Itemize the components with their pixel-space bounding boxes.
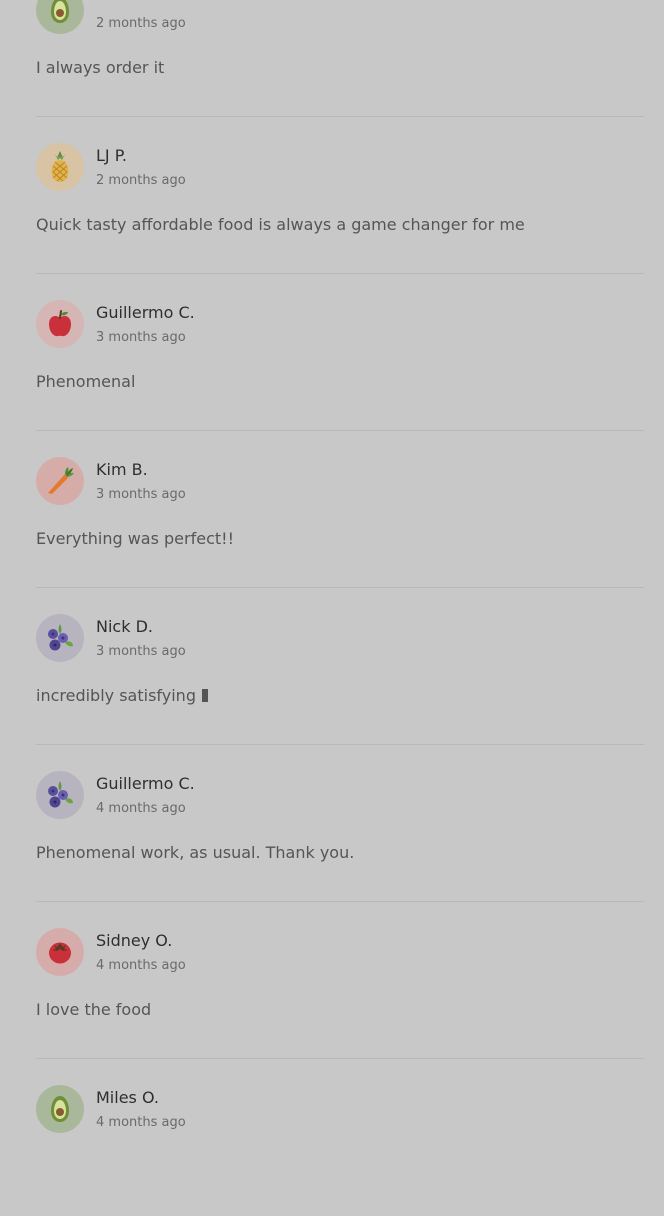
review-text: Quick tasty affordable food is always a …	[36, 215, 525, 234]
reviewer-name: Miles O.	[96, 1088, 159, 1107]
avatar	[36, 457, 84, 505]
review-time: 3 months ago	[96, 330, 186, 345]
review-item: Kim B. 3 months ago Everything was perfe…	[36, 431, 644, 588]
review-text: Phenomenal	[36, 372, 136, 391]
review-time: 2 months ago	[96, 173, 186, 188]
reviews-list: 2 months ago I always order it LJ P. 2 m…	[0, 0, 664, 1216]
review-item: Nick D. 3 months ago incredibly satisfyi…	[36, 588, 644, 745]
review-text: Everything was perfect!!	[36, 529, 234, 548]
review-time: 3 months ago	[96, 644, 186, 659]
carrot-icon	[44, 465, 76, 497]
reviewer-name: Guillermo C.	[96, 774, 195, 793]
review-time: 4 months ago	[96, 801, 186, 816]
emoji-placeholder-icon	[201, 689, 208, 702]
review-item: Guillermo C. 3 months ago Phenomenal	[36, 274, 644, 431]
reviewer-name: LJ P.	[96, 146, 127, 165]
review-text: incredibly satisfying	[36, 686, 208, 705]
avocado-icon	[47, 1094, 73, 1124]
review-text: I love the food	[36, 1000, 152, 1019]
review-text: Phenomenal work, as usual. Thank you.	[36, 843, 355, 862]
review-text: I always order it	[36, 58, 165, 77]
avatar	[36, 143, 84, 191]
avatar	[36, 1085, 84, 1133]
tomato-icon	[46, 938, 74, 966]
reviewer-name: Guillermo C.	[96, 303, 195, 322]
review-item: Guillermo C. 4 months ago Phenomenal wor…	[36, 745, 644, 902]
review-item: LJ P. 2 months ago Quick tasty affordabl…	[36, 117, 644, 274]
review-time: 4 months ago	[96, 958, 186, 973]
review-text-content: incredibly satisfying	[36, 686, 196, 705]
avatar	[36, 0, 84, 34]
review-time: 3 months ago	[96, 487, 186, 502]
review-item: Miles O. 4 months ago	[36, 1059, 644, 1216]
review-time: 4 months ago	[96, 1115, 186, 1130]
review-time: 2 months ago	[96, 16, 186, 31]
blueberry-icon	[45, 622, 75, 654]
review-item: Sidney O. 4 months ago I love the food	[36, 902, 644, 1059]
avatar	[36, 300, 84, 348]
pineapple-icon	[47, 150, 73, 184]
avatar	[36, 614, 84, 662]
review-item: 2 months ago I always order it	[36, 0, 644, 117]
reviewer-name: Kim B.	[96, 460, 148, 479]
apple-icon	[46, 309, 74, 339]
reviewer-name: Sidney O.	[96, 931, 173, 950]
reviewer-name: Nick D.	[96, 617, 153, 636]
blueberry-icon	[45, 779, 75, 811]
avocado-icon	[47, 0, 73, 25]
avatar	[36, 928, 84, 976]
avatar	[36, 771, 84, 819]
